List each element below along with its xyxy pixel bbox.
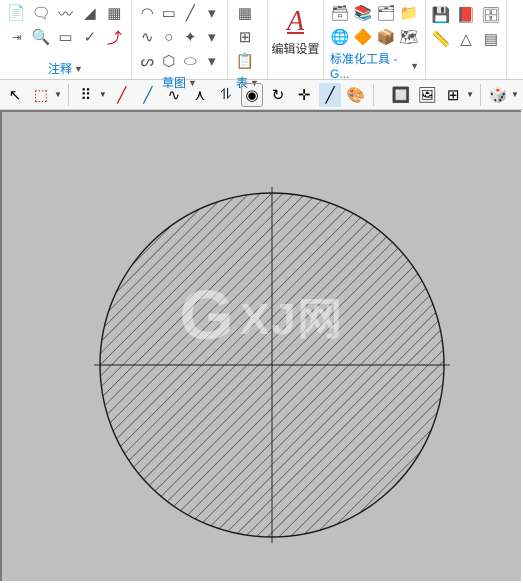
note-icon[interactable]: 📄 <box>6 2 27 24</box>
bom-icon[interactable]: 📋 <box>234 50 256 72</box>
std-icon-8[interactable]: 🗺 <box>399 26 419 48</box>
tool-icon-c[interactable]: ▾ <box>203 50 222 72</box>
weld-icon[interactable]: ⤴ <box>104 26 125 48</box>
rect-icon[interactable]: ▭ <box>160 2 179 24</box>
ribbon-group-sketch: ◠ ▭ ╱ ▾ ∿ ○ ✦ ▾ ᔕ ⬡ ⬭ ▾ 草图 ▼ <box>132 0 228 79</box>
plus-icon[interactable]: ✛ <box>293 83 315 107</box>
rotate-icon[interactable]: ↻ <box>267 83 289 107</box>
std-icon-4[interactable]: 📁 <box>399 2 419 24</box>
ribbon-group-annotation: 📄 🗨 〰 ◢ ▦ ⇥ 🔍 ▭ ✓ ⤴ 注释 ▼ <box>0 0 132 79</box>
hex-icon[interactable]: ⬡ <box>160 50 179 72</box>
stack-icon[interactable]: 🗄 <box>480 4 502 26</box>
drawing-canvas[interactable]: G XJ网 <box>0 110 521 581</box>
ribbon: 📄 🗨 〰 ◢ ▦ ⇥ 🔍 ▭ ✓ ⤴ 注释 ▼ ◠ ▭ ╱ <box>0 0 523 80</box>
annotation-icons: 📄 🗨 〰 ◢ ▦ ⇥ 🔍 ▭ ✓ ⤴ <box>6 2 125 48</box>
person-icon[interactable]: ⋏ <box>189 83 211 107</box>
dropdown-icon[interactable]: ▼ <box>466 90 474 99</box>
hatch-icon[interactable]: ▦ <box>104 2 125 24</box>
edit-settings-label: 编辑设置 <box>271 40 319 57</box>
tool-icon-b[interactable]: ▾ <box>203 26 222 48</box>
layer-icon[interactable]: ▤ <box>480 28 502 50</box>
ribbon-group-edit-settings: A 编辑设置 <box>268 0 324 79</box>
std-icon-1[interactable]: 🗃 <box>330 2 350 24</box>
triangle-icon[interactable]: △ <box>455 28 477 50</box>
circle-icon[interactable]: ○ <box>160 26 179 48</box>
check-icon[interactable]: ✓ <box>79 26 100 48</box>
annotation-label-text: 注释 <box>48 60 72 77</box>
wave-icon[interactable]: 〰 <box>55 2 76 24</box>
ribbon-right-cluster-1: 💾 📕 🗄 📏 △ ▤ <box>426 0 507 79</box>
dropdown-icon: ▼ <box>74 64 83 74</box>
zoom-window-icon[interactable]: 🔲 <box>390 83 412 107</box>
surface-icon[interactable]: ◢ <box>79 2 100 24</box>
line-icon[interactable]: ╱ <box>181 2 200 24</box>
ribbon-label-std[interactable]: 标准化工具 - G... ▼ <box>330 48 419 81</box>
std-icon-2[interactable]: 📚 <box>353 2 373 24</box>
ribbon-group-std-tools: 🗃 📚 🗂 📁 🌐 🔶 📦 🗺 标准化工具 - G... ▼ <box>324 0 426 79</box>
curve-icon[interactable]: ᔕ <box>138 50 157 72</box>
ribbon-label-annotation[interactable]: 注释 ▼ <box>48 58 83 77</box>
dropdown-icon[interactable]: ▼ <box>54 90 62 99</box>
grid-view-icon[interactable]: ⊞ <box>442 83 464 107</box>
anchor-icon[interactable]: ⥮ <box>215 83 237 107</box>
std-label-text: 标准化工具 - G... <box>330 50 408 81</box>
palette-icon[interactable]: 🎨 <box>345 83 367 107</box>
red-line-icon[interactable]: ╱ <box>111 83 133 107</box>
circle-target-icon[interactable]: ◉ <box>241 83 263 107</box>
secondary-toolbar: ↖ ⬚ ▼ ⠿ ▼ ╱ ╱ ∿ ⋏ ⥮ ◉ ↻ ✛ ╱ 🎨 🔲 🖼 ⊞ ▼ 🎲 … <box>0 80 523 110</box>
std-icon-5[interactable]: 🌐 <box>330 26 350 48</box>
pointer-icon[interactable]: ↖ <box>4 83 26 107</box>
table-icon[interactable]: ▦ <box>234 2 256 24</box>
spline-icon[interactable]: ∿ <box>138 26 157 48</box>
datum-icon[interactable]: ▭ <box>55 26 76 48</box>
select-rect-icon[interactable]: ⬚ <box>30 83 52 107</box>
sketch-icons: ◠ ▭ ╱ ▾ ∿ ○ ✦ ▾ ᔕ ⬡ ⬭ ▾ <box>138 2 221 72</box>
narrow-icon[interactable]: ⇥ <box>6 26 27 48</box>
table-grid-icon[interactable]: ⊞ <box>234 26 256 48</box>
blue-line-icon[interactable]: ╱ <box>137 83 159 107</box>
edit-settings-button[interactable]: A 编辑设置 <box>271 2 321 57</box>
grid-points-icon[interactable]: ⠿ <box>75 83 97 107</box>
point-icon[interactable]: ✦ <box>181 26 200 48</box>
std-icons: 🗃 📚 🗂 📁 🌐 🔶 📦 🗺 <box>330 2 419 48</box>
ellipse-icon[interactable]: ⬭ <box>181 50 200 72</box>
separator <box>68 84 69 106</box>
std-icon-3[interactable]: 🗂 <box>376 2 396 24</box>
book-icon[interactable]: 📕 <box>455 4 477 26</box>
color-cube-icon[interactable]: 🎲 <box>487 83 509 107</box>
sketch-svg <box>2 112 523 583</box>
edit-settings-icon: A <box>287 6 304 38</box>
tool-icon-a[interactable]: ▾ <box>203 2 222 24</box>
ruler-icon[interactable]: 📏 <box>430 28 452 50</box>
separator <box>373 84 374 106</box>
std-icon-6[interactable]: 🔶 <box>353 26 373 48</box>
highlight-line-icon[interactable]: ╱ <box>319 83 341 107</box>
table-icons: ▦ ⊞ 📋 <box>234 2 261 72</box>
balloon-icon[interactable]: 🗨 <box>30 2 51 24</box>
ribbon-group-table: ▦ ⊞ 📋 表 ▼ <box>228 0 268 79</box>
dropdown-icon[interactable]: ▼ <box>511 90 519 99</box>
wave-tool-icon[interactable]: ∿ <box>163 83 185 107</box>
separator <box>480 84 481 106</box>
save-icon[interactable]: 💾 <box>430 4 452 26</box>
zoom-out-icon[interactable]: 🔍 <box>30 26 51 48</box>
dropdown-icon[interactable]: ▼ <box>99 90 107 99</box>
view-icon[interactable]: 🖼 <box>416 83 438 107</box>
std-icon-7[interactable]: 📦 <box>376 26 396 48</box>
dropdown-icon: ▼ <box>410 61 419 71</box>
arc-icon[interactable]: ◠ <box>138 2 157 24</box>
